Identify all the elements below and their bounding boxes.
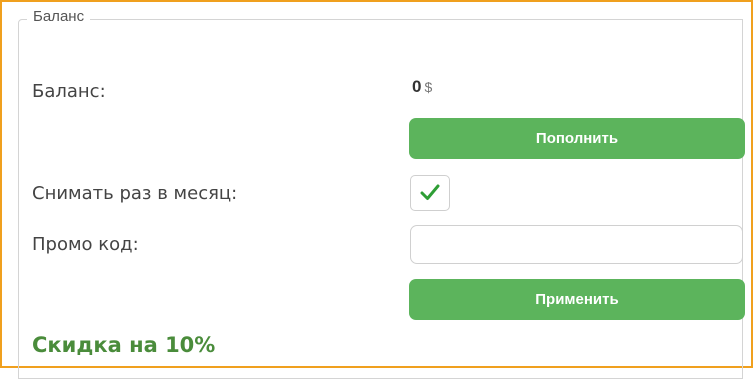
apply-promo-button[interactable]: Применить: [409, 279, 745, 320]
promo-code-input[interactable]: [410, 225, 743, 264]
balance-label: Баланс:: [32, 81, 106, 102]
promo-code-label: Промо код:: [32, 234, 139, 255]
monthly-charge-checkbox[interactable]: [410, 175, 450, 211]
discount-message: Скидка на 10%: [32, 333, 216, 357]
balance-amount: 0: [412, 77, 422, 96]
balance-currency: $: [424, 79, 433, 95]
checkmark-icon: [420, 184, 440, 200]
monthly-charge-label: Снимать раз в месяц:: [32, 183, 238, 204]
topup-button[interactable]: Пополнить: [409, 118, 745, 159]
fieldset-legend: Баланс: [27, 8, 91, 25]
balance-panel: Баланс Баланс: 0 $ Пополнить Снимать раз …: [0, 0, 753, 379]
balance-value: 0 $: [412, 77, 432, 97]
